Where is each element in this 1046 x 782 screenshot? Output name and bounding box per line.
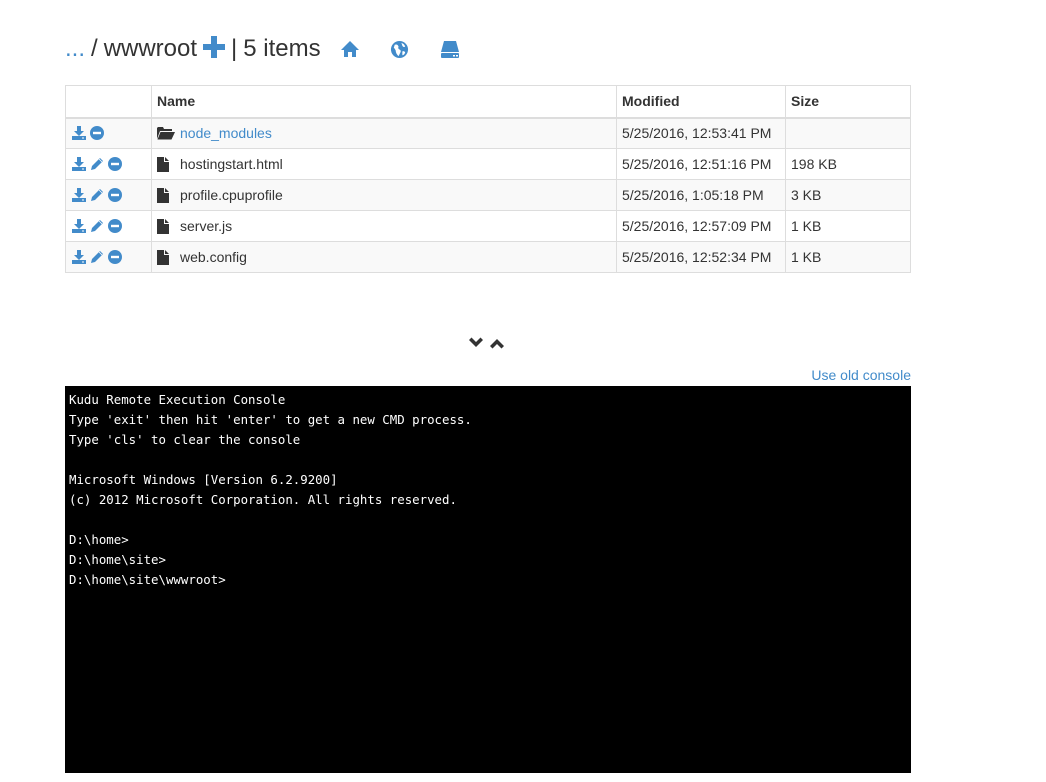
row-actions-cell (65, 148, 152, 180)
size-cell: 198 KB (785, 148, 911, 180)
delete-icon[interactable] (107, 219, 122, 234)
table-row[interactable]: web.config 5/25/2016, 12:52:34 PM 1 KB (65, 241, 911, 273)
row-actions-cell (65, 210, 152, 242)
file-name: web.config (180, 249, 247, 265)
column-header-name[interactable]: Name (151, 85, 617, 119)
file-icon (157, 156, 175, 172)
header-divider: | (231, 35, 238, 62)
breadcrumb-root-link[interactable]: ... (65, 35, 85, 63)
column-header-actions (65, 85, 152, 119)
table-row[interactable]: hostingstart.html 5/25/2016, 12:51:16 PM 1… (65, 148, 911, 180)
edit-icon[interactable] (89, 219, 104, 234)
console-line: D:\home\site\wwwroot> (69, 572, 226, 587)
modified-cell: 5/25/2016, 1:05:18 PM (616, 179, 786, 211)
delete-icon[interactable] (89, 126, 104, 141)
name-cell: node_modules (151, 117, 617, 149)
row-actions-cell (65, 241, 152, 273)
edit-icon[interactable] (89, 250, 104, 265)
name-cell: web.config (151, 241, 617, 273)
console-line: Type 'exit' then hit 'enter' to get a ne… (69, 412, 472, 427)
file-icon (157, 187, 175, 203)
modified-cell: 5/25/2016, 12:52:34 PM (616, 241, 786, 273)
edit-icon[interactable] (89, 188, 104, 203)
download-icon[interactable] (71, 126, 86, 141)
file-name: profile.cpuprofile (180, 187, 283, 203)
column-header-modified[interactable]: Modified (616, 85, 786, 119)
plus-icon[interactable] (203, 36, 226, 58)
name-cell: server.js (151, 210, 617, 242)
table-row[interactable]: server.js 5/25/2016, 12:57:09 PM 1 KB (65, 210, 911, 242)
table-row[interactable]: profile.cpuprofile 5/25/2016, 1:05:18 PM 3… (65, 179, 911, 211)
file-name: hostingstart.html (180, 156, 283, 172)
console-line: Microsoft Windows [Version 6.2.9200] (69, 472, 338, 487)
table-header-row: Name Modified Size (65, 85, 911, 119)
download-icon[interactable] (71, 250, 86, 265)
file-table: Name Modified Size node_modules 5/25/2016… (65, 85, 911, 273)
file-icon (157, 249, 175, 265)
use-old-console-link[interactable]: Use old console (811, 367, 911, 383)
chevron-down-icon[interactable] (467, 336, 485, 350)
console-line: (c) 2012 Microsoft Corporation. All righ… (69, 492, 457, 507)
delete-icon[interactable] (107, 250, 122, 265)
drive-icon[interactable] (439, 38, 461, 60)
delete-icon[interactable] (107, 157, 122, 172)
table-row[interactable]: node_modules 5/25/2016, 12:53:41 PM (65, 117, 911, 149)
size-cell (785, 117, 911, 149)
console-line: D:\home> (69, 532, 129, 547)
console-line: D:\home\site> (69, 552, 166, 567)
delete-icon[interactable] (107, 188, 122, 203)
name-cell: profile.cpuprofile (151, 179, 617, 211)
download-icon[interactable] (71, 219, 86, 234)
breadcrumb-separator: / (91, 35, 98, 62)
download-icon[interactable] (71, 157, 86, 172)
name-cell: hostingstart.html (151, 148, 617, 180)
folder-open-icon (157, 125, 175, 141)
row-actions-cell (65, 117, 152, 149)
size-cell: 1 KB (785, 241, 911, 273)
chevron-up-icon[interactable] (488, 336, 506, 350)
console-resize-toggle (467, 336, 506, 350)
console-line: Type 'cls' to clear the console (69, 432, 301, 447)
folder-link[interactable]: node_modules (180, 125, 272, 141)
modified-cell: 5/25/2016, 12:51:16 PM (616, 148, 786, 180)
file-name: server.js (180, 218, 233, 234)
item-count: 5 items (243, 35, 321, 62)
column-header-size[interactable]: Size (785, 85, 911, 119)
row-actions-cell (65, 179, 152, 211)
edit-icon[interactable] (89, 157, 104, 172)
size-cell: 3 KB (785, 179, 911, 211)
current-folder: wwwroot (103, 35, 198, 62)
path-header: ... / wwwroot | 5 items (65, 31, 461, 67)
file-icon (157, 218, 175, 234)
download-icon[interactable] (71, 188, 86, 203)
size-cell: 1 KB (785, 210, 911, 242)
home-icon[interactable] (339, 38, 361, 60)
modified-cell: 5/25/2016, 12:53:41 PM (616, 117, 786, 149)
remote-console[interactable]: Kudu Remote Execution Console Type 'exit'… (65, 386, 911, 773)
globe-icon[interactable] (389, 38, 411, 60)
console-line: Kudu Remote Execution Console (69, 392, 286, 407)
modified-cell: 5/25/2016, 12:57:09 PM (616, 210, 786, 242)
